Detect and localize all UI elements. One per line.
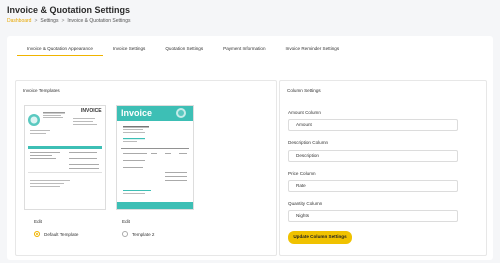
tab-payment-information[interactable]: Payment Information — [213, 43, 275, 56]
tab-invoice-settings[interactable]: Invoice Settings — [103, 43, 155, 56]
template-2-thumbnail — [117, 106, 193, 209]
breadcrumb-dashboard-link[interactable]: Dashboard — [7, 18, 31, 24]
settings-tabs: Invoice & Quotation Appearance Invoice S… — [17, 43, 349, 57]
breadcrumb-separator: > — [61, 18, 65, 24]
quantity-column-label: Quantity Column — [288, 201, 323, 206]
invoice-templates-title: Invoice Templates — [23, 88, 60, 93]
default-template-option[interactable]: Default Template — [34, 231, 78, 237]
breadcrumb-settings-link[interactable]: Settings — [40, 18, 58, 24]
edit-default-template-link[interactable]: Edit — [34, 219, 42, 224]
tab-invoice-quotation-appearance[interactable]: Invoice & Quotation Appearance — [17, 43, 103, 56]
default-template-label: Default Template — [44, 231, 79, 237]
amount-column-input[interactable]: Amount — [288, 119, 458, 131]
breadcrumb: Dashboard > Settings > Invoice & Quotati… — [7, 18, 130, 24]
price-column-input[interactable]: Rate — [288, 180, 458, 192]
description-column-input[interactable]: Description — [288, 150, 458, 162]
tab-quotation-settings[interactable]: Quotation Settings — [155, 43, 213, 56]
column-settings-panel: Column Settings Amount Column Amount Des… — [279, 80, 487, 256]
default-template-thumbnail — [28, 112, 102, 187]
tab-invoice-reminder-settings[interactable]: Invoice Reminder Settings — [276, 43, 350, 56]
settings-card: Invoice & Quotation Appearance Invoice S… — [7, 36, 493, 260]
default-template-heading: INVOICE — [81, 108, 102, 114]
description-column-label: Description Column — [288, 140, 329, 145]
template-2-radio[interactable] — [122, 231, 128, 237]
page-title: Invoice & Quotation Settings — [7, 5, 131, 15]
breadcrumb-current: Invoice & Quotation Settings — [67, 18, 131, 24]
price-column-label: Price Column — [288, 171, 316, 176]
update-column-settings-button[interactable]: Update Column Settings — [288, 231, 352, 244]
template-2-label: Template 2 — [132, 231, 155, 237]
quantity-column-input[interactable]: Nights — [288, 210, 458, 222]
default-template-radio[interactable] — [34, 231, 40, 237]
template-2-heading: Invoice — [121, 108, 153, 118]
invoice-templates-panel: Invoice Templates INVOICE Edit Default T… — [15, 80, 277, 256]
column-settings-title: Column Settings — [287, 88, 321, 93]
breadcrumb-separator: > — [34, 18, 38, 24]
amount-column-label: Amount Column — [288, 110, 321, 115]
template-2-option[interactable]: Template 2 — [122, 231, 154, 237]
template-2-preview[interactable]: Invoice — [116, 105, 194, 210]
edit-template-2-link[interactable]: Edit — [122, 219, 130, 224]
default-template-preview[interactable]: INVOICE — [24, 105, 106, 210]
